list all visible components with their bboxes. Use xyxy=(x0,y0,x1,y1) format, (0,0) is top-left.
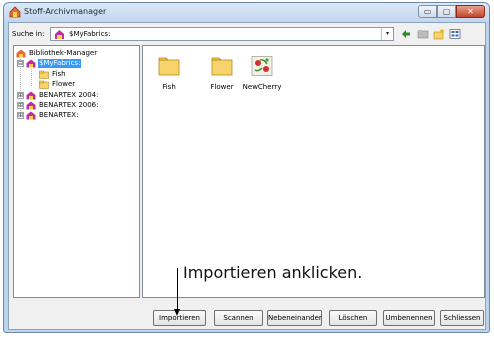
tree-item-label: Bibliothek-Manager xyxy=(29,49,98,57)
window-client-area: Suche in: $MyFabrics: ▾ Bibliothek-Manag… xyxy=(8,22,486,330)
stoff-archiv-icon xyxy=(9,6,21,18)
tree-item-label: BENARTEX 2006: xyxy=(39,101,99,109)
file-item-name: Fish xyxy=(162,83,176,91)
tree-item-label: Flower xyxy=(52,80,76,88)
search-location-value: $MyFabrics: xyxy=(69,30,111,38)
library-icon xyxy=(26,101,36,110)
tree-item-label: Fish xyxy=(52,70,66,78)
delete-button[interactable]: Löschen xyxy=(329,310,377,326)
scan-button[interactable]: Scannen xyxy=(214,310,263,326)
library-icon xyxy=(26,91,36,100)
library-icon xyxy=(26,59,36,68)
library-icon xyxy=(26,111,36,120)
file-item-newcherry[interactable]: NewCherry xyxy=(237,56,287,91)
fabric-thumbnail xyxy=(251,56,273,76)
tree-item-label: BENARTEX 2004: xyxy=(39,91,99,99)
file-view-pane[interactable]: Fish Flower NewCherry xyxy=(142,45,485,298)
expand-toggle[interactable]: ⊞ xyxy=(17,102,24,109)
annotation-arrow xyxy=(177,268,178,311)
annotation-arrowhead xyxy=(174,309,180,316)
rename-button[interactable]: Umbenennen xyxy=(383,310,435,326)
title-bar[interactable]: Stoff-Archivmanager ▭ ▢ ✕ xyxy=(4,3,489,22)
folder-icon xyxy=(39,70,49,79)
search-location-dropdown[interactable]: $MyFabrics: ▾ xyxy=(50,27,394,41)
library-tree[interactable]: Bibliothek-Manager ⊟ $MyFabrics: Fish Fl… xyxy=(13,45,140,298)
annotation-caption: Importieren anklicken. xyxy=(183,263,363,282)
back-arrow-icon[interactable] xyxy=(400,28,412,40)
tree-item-label: $MyFabrics: xyxy=(38,59,82,68)
window-title: Stoff-Archivmanager xyxy=(24,7,107,16)
side-by-side-button[interactable]: Nebeneinander xyxy=(267,310,322,326)
tree-guide-line xyxy=(20,59,21,119)
folder-icon xyxy=(39,80,49,89)
file-item-fish[interactable]: Fish xyxy=(144,56,194,91)
new-folder-icon[interactable] xyxy=(433,28,445,40)
library-icon xyxy=(55,30,64,39)
expand-toggle[interactable]: ⊞ xyxy=(17,92,24,99)
tree-item-label: BENARTEX: xyxy=(39,111,79,119)
chevron-down-icon[interactable]: ▾ xyxy=(381,28,393,40)
minimize-button[interactable]: ▭ xyxy=(418,5,437,18)
tree-guide-line xyxy=(31,69,32,86)
folder-icon xyxy=(158,57,180,76)
close-window-button[interactable]: ✕ xyxy=(456,5,485,18)
close-button[interactable]: Schliessen xyxy=(440,310,484,326)
folder-icon xyxy=(211,57,233,76)
up-folder-icon[interactable] xyxy=(417,28,429,40)
maximize-button[interactable]: ▢ xyxy=(437,5,456,18)
view-menu-icon[interactable] xyxy=(449,28,461,40)
file-item-name: NewCherry xyxy=(242,83,282,91)
collapse-toggle[interactable]: ⊟ xyxy=(17,60,24,67)
archive-manager-window: Stoff-Archivmanager ▭ ▢ ✕ Suche in: $MyF… xyxy=(3,2,490,333)
expand-toggle[interactable]: ⊞ xyxy=(17,112,24,119)
search-in-label: Suche in: xyxy=(12,30,45,38)
library-manager-icon xyxy=(16,49,26,58)
